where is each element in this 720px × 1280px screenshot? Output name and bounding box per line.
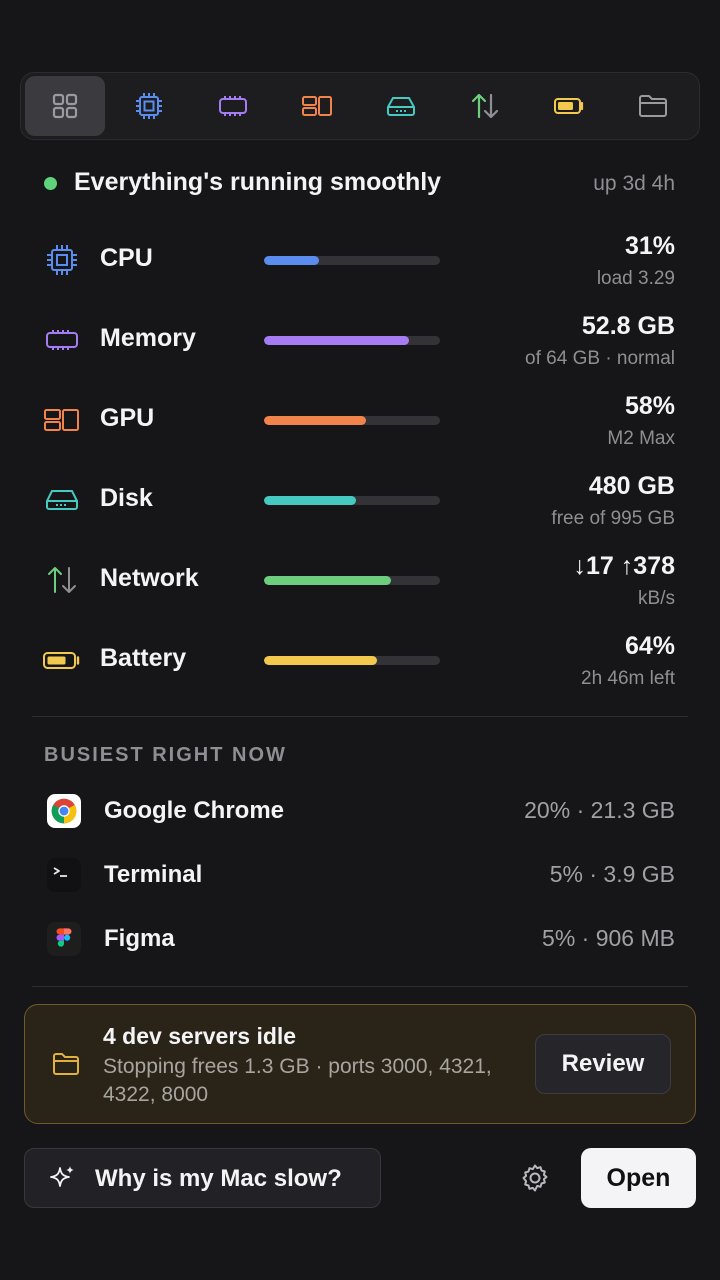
- metric-row-memory[interactable]: Memory 52.8 GB of 64 GB · normal: [0, 302, 720, 382]
- arrows-up-down-icon: [471, 93, 499, 119]
- memory-icon: [42, 320, 82, 360]
- why-slow-label: Why is my Mac slow?: [95, 1165, 342, 1192]
- metric-value: 52.8 GB: [581, 312, 675, 340]
- metric-label: CPU: [100, 244, 153, 272]
- usage-bar-fill: [264, 496, 356, 505]
- usage-bar-fill: [264, 576, 391, 585]
- app-usage: 5% · 906 MB: [542, 925, 675, 951]
- metric-detail: kB/s: [638, 588, 675, 609]
- app-row-figma[interactable]: Figma 5% · 906 MB: [0, 908, 720, 968]
- metric-label: GPU: [100, 404, 155, 432]
- notice-title: 4 dev servers idle: [103, 1023, 297, 1049]
- disk-drive-icon: [42, 480, 82, 520]
- app-usage: 20% · 21.3 GB: [524, 797, 675, 823]
- app-usage: 5% · 3.9 GB: [549, 861, 675, 887]
- usage-bar: [264, 496, 440, 505]
- gear-icon: [522, 1164, 548, 1192]
- tab-folder[interactable]: [613, 76, 693, 136]
- battery-icon: [42, 640, 82, 680]
- metric-value: 480 GB: [588, 472, 675, 500]
- metric-detail: 2h 46m left: [581, 668, 675, 689]
- review-button[interactable]: Review: [535, 1034, 671, 1094]
- tab-memory[interactable]: [193, 76, 273, 136]
- open-app-button[interactable]: Open: [581, 1148, 696, 1208]
- notice-description: Stopping frees 1.3 GB · ports 3000, 4321…: [103, 1055, 492, 1106]
- tab-disk[interactable]: [361, 76, 441, 136]
- status-indicator-dot: [44, 177, 57, 190]
- folder-icon: [51, 1049, 81, 1079]
- disk-drive-icon: [387, 97, 415, 116]
- memory-icon: [219, 96, 247, 116]
- metric-row-gpu[interactable]: GPU 58% M2 Max: [0, 382, 720, 462]
- metric-row-network[interactable]: Network ↓17 ↑378 kB/s: [0, 542, 720, 622]
- figma-icon: [47, 922, 81, 956]
- metric-value: 31%: [624, 232, 675, 260]
- usage-bar: [264, 336, 440, 345]
- metric-label: Battery: [100, 644, 187, 672]
- gpu-icon: [42, 400, 82, 440]
- usage-bar-fill: [264, 336, 410, 345]
- usage-bar: [264, 576, 440, 585]
- metric-value: ↓17 ↑378: [573, 552, 675, 580]
- app-name: Terminal: [104, 861, 203, 888]
- grid-icon: [52, 93, 78, 119]
- metric-detail: M2 Max: [607, 428, 675, 449]
- usage-bar: [264, 656, 440, 665]
- idle-servers-notice: 4 dev servers idle Stopping frees 1.3 GB…: [24, 1004, 696, 1124]
- sparkle-icon: [50, 1166, 74, 1187]
- usage-bar-fill: [264, 256, 319, 265]
- cpu-chip-icon: [42, 240, 82, 280]
- metric-label: Memory: [100, 324, 196, 352]
- folder-icon: [639, 95, 667, 117]
- metric-label: Disk: [100, 484, 153, 512]
- app-name: Google Chrome: [104, 797, 285, 824]
- terminal-icon: [47, 858, 81, 892]
- tab-gpu[interactable]: [277, 76, 357, 136]
- app-row-terminal[interactable]: Terminal 5% · 3.9 GB: [0, 844, 720, 904]
- metric-detail: free of 995 GB: [551, 508, 675, 529]
- tab-network[interactable]: [445, 76, 525, 136]
- tab-battery[interactable]: [529, 76, 609, 136]
- usage-bar: [264, 256, 440, 265]
- busiest-section-title: BUSIEST RIGHT NOW: [44, 744, 287, 766]
- uptime-label: up 3d 4h: [593, 172, 675, 195]
- app-row-chrome[interactable]: Google Chrome 20% · 21.3 GB: [0, 780, 720, 840]
- metric-value: 64%: [624, 632, 675, 660]
- tab-overview[interactable]: [25, 76, 105, 136]
- category-toolbar: [20, 72, 700, 140]
- gpu-icon: [302, 96, 332, 116]
- metric-value: 58%: [624, 392, 675, 420]
- status-message: Everything's running smoothly: [74, 168, 442, 196]
- metric-detail: load 3.29: [596, 268, 675, 289]
- metric-detail: of 64 GB · normal: [525, 348, 675, 369]
- metric-row-disk[interactable]: Disk 480 GB free of 995 GB: [0, 462, 720, 542]
- arrows-up-down-icon: [42, 560, 82, 600]
- section-divider: [32, 716, 688, 717]
- app-name: Figma: [104, 925, 175, 952]
- battery-icon: [554, 98, 584, 114]
- usage-bar-fill: [264, 416, 367, 425]
- metric-label: Network: [100, 564, 199, 592]
- metric-row-cpu[interactable]: CPU 31% load 3.29: [0, 222, 720, 302]
- usage-bar-fill: [264, 656, 377, 665]
- chrome-icon: [47, 794, 81, 828]
- section-divider: [32, 986, 688, 987]
- cpu-chip-icon: [136, 93, 162, 119]
- why-slow-button[interactable]: Why is my Mac slow?: [24, 1148, 381, 1208]
- settings-button[interactable]: [515, 1158, 555, 1198]
- usage-bar: [264, 416, 440, 425]
- metric-row-battery[interactable]: Battery 64% 2h 46m left: [0, 622, 720, 702]
- tab-cpu[interactable]: [109, 76, 189, 136]
